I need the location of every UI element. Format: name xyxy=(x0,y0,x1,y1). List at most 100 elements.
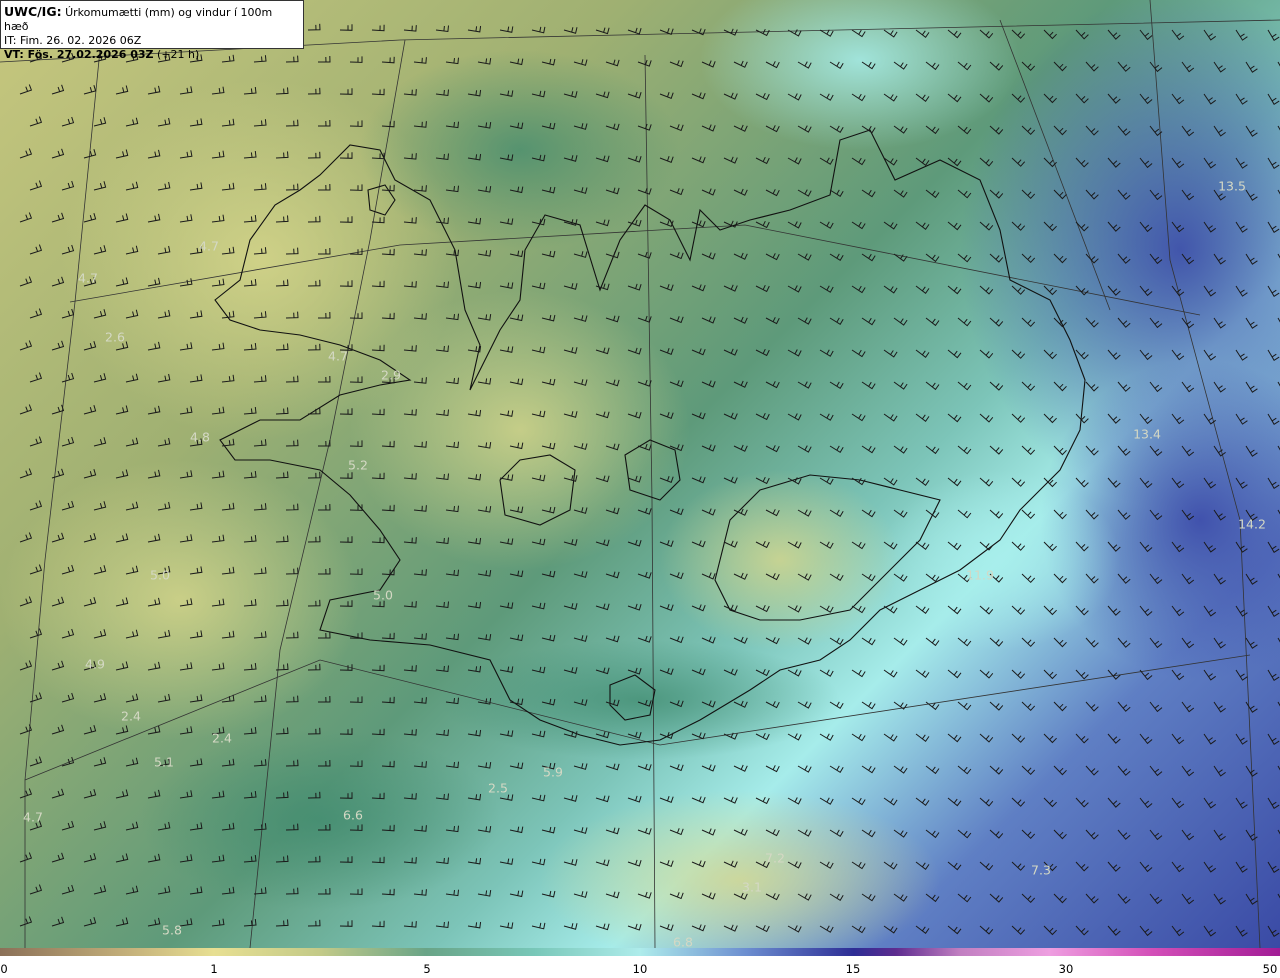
map-value-label: 4.9 xyxy=(85,656,105,672)
wind-barb xyxy=(893,317,908,326)
wind-barb xyxy=(797,381,812,389)
wind-barb xyxy=(61,116,75,127)
wind-barb xyxy=(413,569,427,576)
wind-barb xyxy=(765,317,780,325)
wind-barb xyxy=(1107,797,1121,808)
wind-barb xyxy=(627,27,642,35)
wind-barb xyxy=(1245,829,1258,841)
wind-barb xyxy=(339,920,353,927)
wind-barb xyxy=(83,405,97,415)
colorbar-tick-label: 10 xyxy=(632,962,648,976)
wind-barb xyxy=(531,922,546,930)
wind-barb xyxy=(1139,925,1153,937)
wind-barb xyxy=(989,701,1004,711)
wind-barb xyxy=(403,729,417,736)
wind-barb xyxy=(915,925,930,935)
wind-barb xyxy=(883,413,898,422)
wind-barb xyxy=(371,920,385,928)
map-value-label: 2.4 xyxy=(121,708,141,724)
wind-barb xyxy=(83,725,97,735)
wind-barb xyxy=(1085,893,1099,904)
wind-barb xyxy=(307,471,321,479)
wind-barb xyxy=(1107,733,1121,744)
wind-barb xyxy=(627,795,642,803)
wind-barb xyxy=(29,756,43,767)
wind-barb xyxy=(861,445,876,454)
wind-barb xyxy=(477,250,492,257)
wind-barb xyxy=(851,221,866,230)
wind-barb xyxy=(861,253,876,262)
wind-barb xyxy=(573,763,588,770)
map-value-label: 4.7 xyxy=(78,270,98,286)
wind-barb xyxy=(989,829,1004,839)
valid-time-line: VT: Fös. 27.02.2026 03Z (+21 h) xyxy=(4,48,300,62)
wind-barb xyxy=(733,316,748,324)
wind-barb xyxy=(1053,765,1067,776)
wind-barb xyxy=(125,757,139,767)
model-name: UWC/IG: xyxy=(4,4,62,19)
wind-barb xyxy=(947,349,962,359)
wind-barb xyxy=(893,253,908,262)
wind-barb xyxy=(403,25,417,32)
wind-barb xyxy=(1021,765,1036,776)
wind-barb xyxy=(669,252,684,260)
wind-barb xyxy=(1267,925,1280,937)
wind-barb xyxy=(1011,797,1026,807)
wind-barb xyxy=(925,317,940,327)
wind-barb xyxy=(1021,445,1036,456)
wind-barb xyxy=(627,603,642,611)
wind-barb xyxy=(947,861,962,871)
map-value-label: 3.1 xyxy=(742,879,762,895)
wind-barb xyxy=(115,853,129,863)
wind-barb xyxy=(1117,701,1131,712)
wind-barb xyxy=(797,765,812,773)
wind-barb xyxy=(509,250,524,258)
wind-barb xyxy=(147,85,161,95)
wind-barb xyxy=(1267,861,1280,873)
wind-barb xyxy=(125,821,139,831)
wind-barb xyxy=(733,380,748,388)
wind-barb xyxy=(1267,733,1280,745)
wind-barb xyxy=(51,788,65,799)
wind-barb xyxy=(861,317,876,326)
wind-barb xyxy=(957,893,972,903)
wind-barb xyxy=(979,797,994,807)
wind-barb xyxy=(1107,861,1121,872)
wind-barb xyxy=(829,765,844,773)
wind-barb xyxy=(499,922,514,929)
wind-barb xyxy=(947,221,962,231)
title-line: UWC/IG: Úrkomumætti (mm) og vindur í 100… xyxy=(4,5,300,34)
wind-barb xyxy=(883,733,898,742)
map-value-label: 5.0 xyxy=(373,587,393,603)
wind-barb xyxy=(435,729,449,737)
lead-time: (+21 h) xyxy=(153,48,200,61)
wind-barb xyxy=(1117,765,1131,776)
wind-barb xyxy=(627,539,642,547)
wind-barb xyxy=(851,285,866,294)
wind-barb xyxy=(605,59,620,67)
wind-barb xyxy=(19,340,33,351)
wind-barb xyxy=(115,789,129,799)
wind-barb xyxy=(605,763,620,771)
wind-barb xyxy=(701,444,716,452)
wind-barb xyxy=(1117,829,1131,840)
wind-barb xyxy=(83,917,97,927)
wind-barb xyxy=(93,885,107,895)
wind-barb xyxy=(125,885,139,895)
wind-barb xyxy=(925,189,940,199)
wind-barb xyxy=(787,285,802,293)
wind-barb xyxy=(541,634,556,642)
wind-barb xyxy=(925,445,940,455)
wind-barb xyxy=(285,439,299,447)
wind-barb xyxy=(1245,893,1258,905)
wind-barb xyxy=(915,157,930,167)
wind-barb xyxy=(883,605,898,614)
wind-barb xyxy=(733,252,748,260)
wind-barb xyxy=(1075,669,1089,680)
wind-barb xyxy=(509,826,524,834)
wind-barb xyxy=(1021,829,1036,840)
wind-barb xyxy=(691,412,706,420)
wind-barb xyxy=(563,283,578,290)
colorbar-tick-label: 50 xyxy=(1262,962,1278,976)
wind-barb xyxy=(957,829,972,839)
